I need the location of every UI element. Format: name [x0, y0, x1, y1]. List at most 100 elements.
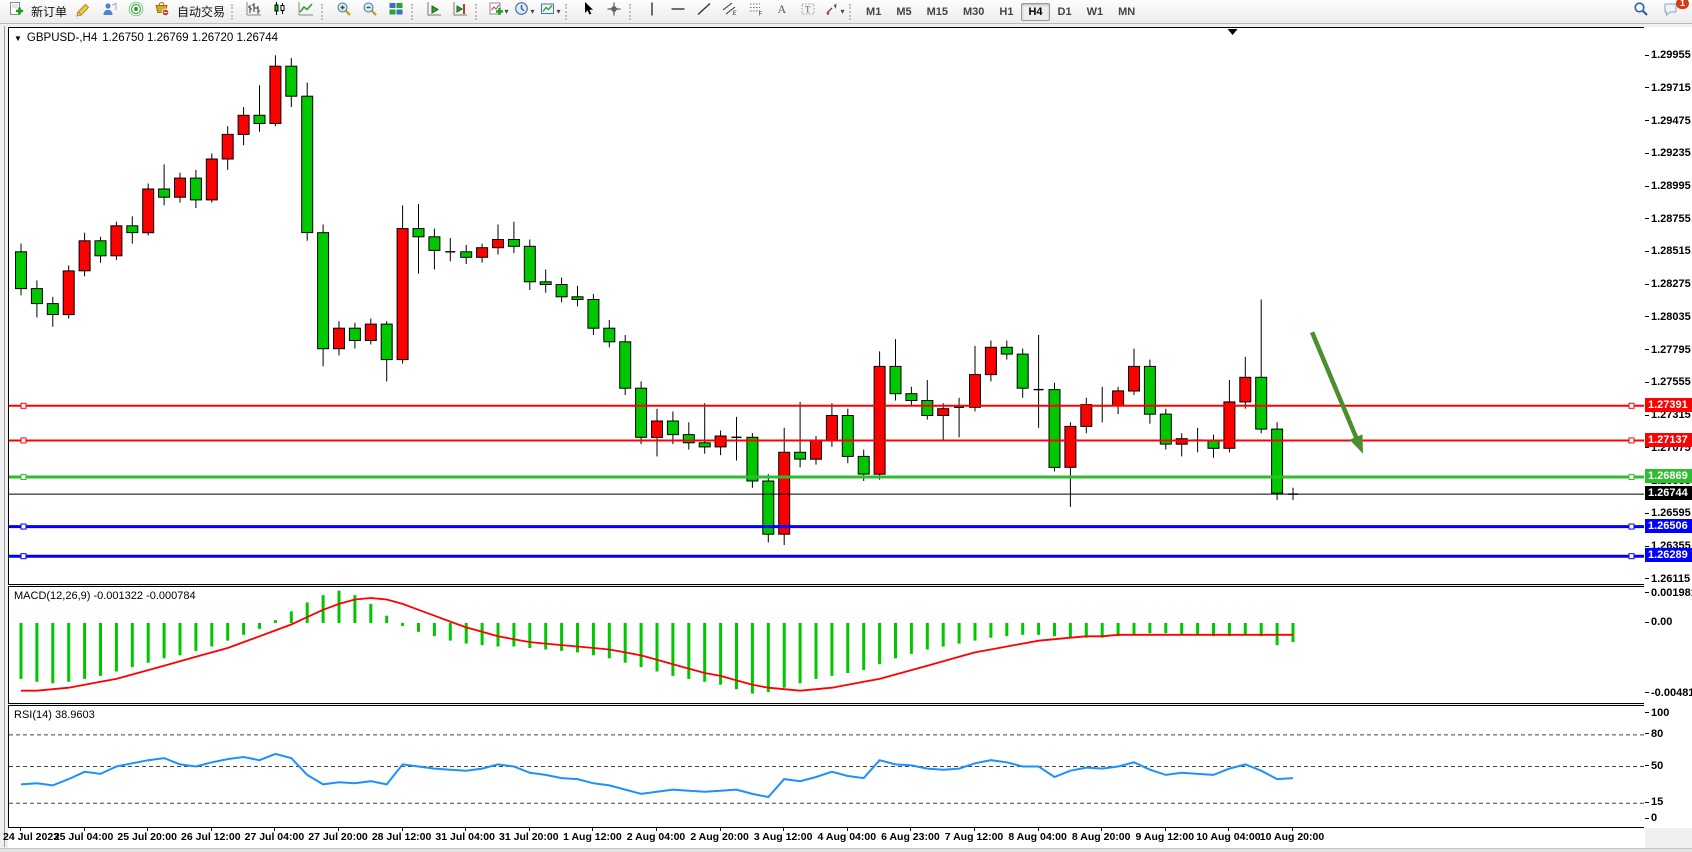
styler-button[interactable]: [71, 1, 97, 23]
timeframe-MN[interactable]: MN: [1111, 3, 1142, 21]
price-tag[interactable]: 1.26506: [1645, 519, 1692, 533]
candle-body: [429, 237, 440, 251]
timeframe-M30[interactable]: M30: [956, 3, 991, 21]
new-order-button[interactable]: [3, 1, 29, 23]
candle-body: [1240, 377, 1251, 402]
algo-trading-button[interactable]: [149, 1, 175, 23]
vertical-line-button[interactable]: [639, 1, 665, 23]
zoom-out-icon: [362, 1, 378, 22]
toolbar-separator: [231, 4, 237, 20]
candle-body: [858, 456, 869, 474]
rsi-chart[interactable]: [9, 706, 1644, 827]
line-handle: [21, 403, 26, 408]
timeframe-H1[interactable]: H1: [992, 3, 1020, 21]
candlestick-chart-icon: [272, 1, 288, 22]
text-button[interactable]: A: [769, 1, 795, 23]
candle-body: [970, 375, 981, 408]
search-button[interactable]: [1628, 1, 1654, 23]
timeframe-D1[interactable]: D1: [1051, 3, 1079, 21]
candle-body: [1113, 391, 1124, 406]
time-tick-label: 10 Aug 20:00: [1260, 831, 1324, 843]
candle-body: [1001, 347, 1012, 354]
macd-pane[interactable]: [8, 586, 1645, 704]
equidistant-channel-button[interactable]: E: [717, 1, 743, 23]
toolbar-separator: [565, 4, 571, 20]
signals-button[interactable]: [123, 1, 149, 23]
price-tick-mark: [1645, 415, 1649, 416]
candle-body: [906, 394, 917, 401]
macd-bar: [1069, 623, 1072, 638]
algo-trading-label[interactable]: 自动交易: [175, 3, 229, 20]
time-tick-label: 6 Aug 23:00: [881, 831, 940, 843]
price-tag[interactable]: 1.27391: [1645, 398, 1692, 412]
line-handle: [1629, 554, 1634, 559]
templates-button[interactable]: ▾: [537, 1, 563, 23]
indicators-button[interactable]: ▾: [485, 1, 511, 23]
auto-scroll-button[interactable]: [421, 1, 447, 23]
candle-body: [159, 189, 170, 197]
macd-bar: [179, 623, 182, 655]
macd-bar: [20, 623, 23, 679]
candlestick-chart[interactable]: [9, 28, 1644, 584]
periods-button[interactable]: ▾: [511, 1, 537, 23]
arrows-button[interactable]: ▾: [821, 1, 847, 23]
cursor-button[interactable]: [575, 1, 601, 23]
new-order-label[interactable]: 新订单: [29, 3, 71, 20]
rsi-tick-label: 50: [1651, 760, 1663, 772]
chart-shift-marker: [1228, 29, 1238, 35]
price-tag[interactable]: 1.26869: [1645, 469, 1692, 483]
chevron-down-icon: ▾: [841, 7, 845, 16]
candle-body: [397, 229, 408, 360]
zoom-out-button[interactable]: [357, 1, 383, 23]
fibonacci-button[interactable]: F: [743, 1, 769, 23]
rsi-pane[interactable]: [8, 705, 1645, 828]
candlestick-chart-button[interactable]: [267, 1, 293, 23]
channel-icon: E: [722, 1, 738, 22]
main-chart-pane[interactable]: [8, 27, 1645, 585]
macd-bar: [194, 623, 197, 651]
time-tick-label: 7 Aug 12:00: [945, 831, 1004, 843]
macd-bar: [1133, 623, 1136, 635]
bar-chart-icon: [246, 1, 262, 22]
timeframe-W1[interactable]: W1: [1080, 3, 1111, 21]
vertical-line-icon: [644, 1, 660, 22]
time-tick-label: 27 Jul 20:00: [308, 831, 368, 843]
tile-windows-button[interactable]: [383, 1, 409, 23]
template-icon: [540, 1, 556, 22]
rsi-line: [21, 754, 1293, 797]
candle-body: [334, 328, 345, 349]
line-handle: [1629, 475, 1634, 480]
notifications-button[interactable]: 1: [1658, 1, 1684, 23]
horizontal-line-button[interactable]: [665, 1, 691, 23]
macd-bar: [687, 623, 690, 679]
price-tick-label: 1.29955: [1651, 49, 1691, 61]
collapse-triangle-icon[interactable]: ▼: [14, 34, 22, 43]
candle-body: [620, 342, 631, 388]
macd-tick-mark: [1645, 622, 1649, 623]
text-label-button[interactable]: T: [795, 1, 821, 23]
trendline-button[interactable]: [691, 1, 717, 23]
candle-body: [667, 421, 678, 435]
algo-trading-icon: [154, 1, 170, 22]
community-button[interactable]: [97, 1, 123, 23]
chart-shift-button[interactable]: [447, 1, 473, 23]
line-chart-button[interactable]: [293, 1, 319, 23]
price-tick-label: 1.27555: [1651, 376, 1691, 388]
price-tag[interactable]: 1.26289: [1645, 548, 1692, 562]
zoom-in-button[interactable]: [331, 1, 357, 23]
macd-chart[interactable]: [9, 587, 1644, 703]
timeframe-M5[interactable]: M5: [889, 3, 918, 21]
price-tick-mark: [1645, 153, 1649, 154]
price-tag[interactable]: 1.27137: [1645, 433, 1692, 447]
crosshair-button[interactable]: [601, 1, 627, 23]
price-tick-label: 1.29475: [1651, 115, 1691, 127]
macd-bar: [576, 623, 579, 652]
time-tick-label: 9 Aug 12:00: [1136, 831, 1195, 843]
rsi-tick-mark: [1645, 802, 1649, 803]
price-tick-mark: [1645, 120, 1649, 121]
bar-chart-button[interactable]: [241, 1, 267, 23]
timeframe-M1[interactable]: M1: [859, 3, 888, 21]
time-tick-label: 1 Aug 12:00: [563, 831, 622, 843]
timeframe-M15[interactable]: M15: [920, 3, 955, 21]
timeframe-H4[interactable]: H4: [1021, 3, 1049, 21]
